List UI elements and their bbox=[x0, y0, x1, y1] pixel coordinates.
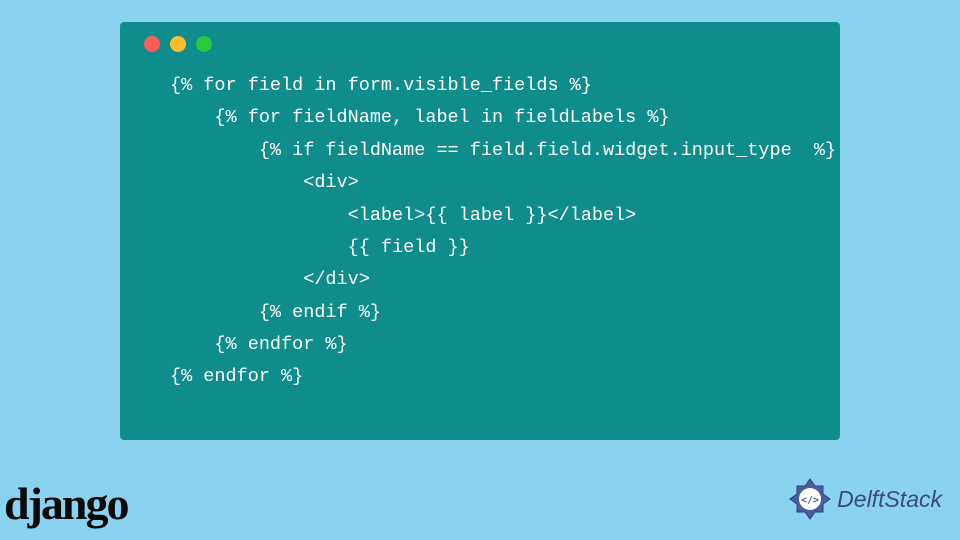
django-logo: django bbox=[4, 477, 127, 530]
delftstack-logo: </> DelftStack bbox=[787, 476, 942, 522]
code-line: {% for fieldName, label in fieldLabels %… bbox=[170, 107, 670, 128]
code-line: {{ field }} bbox=[170, 237, 470, 258]
code-line: {% endfor %} bbox=[170, 366, 303, 387]
svg-text:</>: </> bbox=[801, 495, 819, 506]
minimize-icon bbox=[170, 36, 186, 52]
maximize-icon bbox=[196, 36, 212, 52]
code-line: </div> bbox=[170, 269, 370, 290]
code-line: <div> bbox=[170, 172, 359, 193]
window-controls bbox=[138, 36, 822, 52]
code-window: {% for field in form.visible_fields %} {… bbox=[120, 22, 840, 440]
code-line: {% if fieldName == field.field.widget.in… bbox=[170, 140, 836, 161]
close-icon bbox=[144, 36, 160, 52]
code-line: {% endfor %} bbox=[170, 334, 348, 355]
code-content: {% for field in form.visible_fields %} {… bbox=[138, 70, 822, 394]
code-line: <label>{{ label }}</label> bbox=[170, 205, 636, 226]
code-line: {% endif %} bbox=[170, 302, 381, 323]
code-line: {% for field in form.visible_fields %} bbox=[170, 75, 592, 96]
delftstack-icon: </> bbox=[787, 476, 833, 522]
delftstack-text: DelftStack bbox=[837, 486, 942, 513]
